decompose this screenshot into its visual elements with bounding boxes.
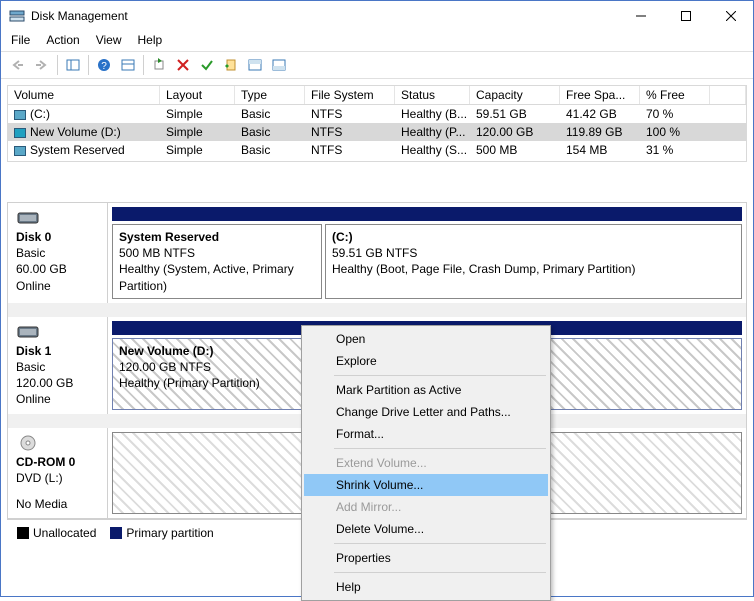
cm-extend: Extend Volume... bbox=[304, 452, 548, 474]
refresh-button[interactable] bbox=[148, 54, 170, 76]
col-layout[interactable]: Layout bbox=[160, 86, 235, 104]
delete-button[interactable] bbox=[172, 54, 194, 76]
close-button[interactable] bbox=[708, 2, 753, 31]
cm-change-letter[interactable]: Change Drive Letter and Paths... bbox=[304, 401, 548, 423]
disk-meta[interactable]: Disk 1Basic120.00 GBOnline bbox=[8, 317, 108, 414]
legend-primary: Primary partition bbox=[126, 526, 213, 540]
menu-action[interactable]: Action bbox=[46, 33, 79, 47]
svg-text:?: ? bbox=[101, 61, 107, 72]
show-hide-console-tree-button[interactable] bbox=[62, 54, 84, 76]
col-status[interactable]: Status bbox=[395, 86, 470, 104]
menu-help[interactable]: Help bbox=[138, 33, 163, 47]
cm-open[interactable]: Open bbox=[304, 328, 548, 350]
volume-list[interactable]: (C:)SimpleBasicNTFSHealthy (B...59.51 GB… bbox=[7, 105, 747, 162]
titlebar: Disk Management bbox=[1, 1, 753, 31]
col-fs[interactable]: File System bbox=[305, 86, 395, 104]
col-type[interactable]: Type bbox=[235, 86, 305, 104]
toolbar: ? bbox=[1, 51, 753, 79]
cm-mirror: Add Mirror... bbox=[304, 496, 548, 518]
view-options-button[interactable] bbox=[117, 54, 139, 76]
menu-view[interactable]: View bbox=[96, 33, 122, 47]
partition[interactable]: (C:)59.51 GB NTFSHealthy (Boot, Page Fil… bbox=[325, 224, 742, 299]
col-free[interactable]: Free Spa... bbox=[560, 86, 640, 104]
maximize-button[interactable] bbox=[663, 2, 708, 31]
col-volume[interactable]: Volume bbox=[8, 86, 160, 104]
volume-row[interactable]: (C:)SimpleBasicNTFSHealthy (B...59.51 GB… bbox=[8, 105, 746, 123]
bottom-view-button[interactable] bbox=[268, 54, 290, 76]
cm-explore[interactable]: Explore bbox=[304, 350, 548, 372]
cm-help[interactable]: Help bbox=[304, 576, 548, 598]
app-icon bbox=[9, 8, 25, 24]
new-button[interactable] bbox=[220, 54, 242, 76]
partition[interactable]: System Reserved500 MB NTFSHealthy (Syste… bbox=[112, 224, 322, 299]
col-capacity[interactable]: Capacity bbox=[470, 86, 560, 104]
cm-shrink[interactable]: Shrink Volume... bbox=[304, 474, 548, 496]
forward-button[interactable] bbox=[31, 54, 53, 76]
cm-format[interactable]: Format... bbox=[304, 423, 548, 445]
disk-meta[interactable]: CD-ROM 0DVD (L:)No Media bbox=[8, 428, 108, 519]
menu-file[interactable]: File bbox=[11, 33, 30, 47]
volume-row[interactable]: System ReservedSimpleBasicNTFSHealthy (S… bbox=[8, 141, 746, 159]
window-controls bbox=[618, 2, 753, 31]
context-menu: Open Explore Mark Partition as Active Ch… bbox=[301, 325, 551, 601]
cm-mark-active[interactable]: Mark Partition as Active bbox=[304, 379, 548, 401]
help-button[interactable]: ? bbox=[93, 54, 115, 76]
cm-properties[interactable]: Properties bbox=[304, 547, 548, 569]
top-view-button[interactable] bbox=[244, 54, 266, 76]
volume-row[interactable]: New Volume (D:)SimpleBasicNTFSHealthy (P… bbox=[8, 123, 746, 141]
menubar: File Action View Help bbox=[1, 31, 753, 51]
back-button[interactable] bbox=[7, 54, 29, 76]
disk-row: Disk 0Basic60.00 GBOnlineSystem Reserved… bbox=[8, 203, 746, 317]
window-title: Disk Management bbox=[31, 9, 128, 23]
col-pctfree[interactable]: % Free bbox=[640, 86, 710, 104]
disk-meta[interactable]: Disk 0Basic60.00 GBOnline bbox=[8, 203, 108, 303]
apply-button[interactable] bbox=[196, 54, 218, 76]
legend-unallocated: Unallocated bbox=[33, 526, 96, 540]
minimize-button[interactable] bbox=[618, 2, 663, 31]
cm-delete[interactable]: Delete Volume... bbox=[304, 518, 548, 540]
col-spacer bbox=[710, 86, 746, 104]
volume-list-header: Volume Layout Type File System Status Ca… bbox=[7, 85, 747, 105]
